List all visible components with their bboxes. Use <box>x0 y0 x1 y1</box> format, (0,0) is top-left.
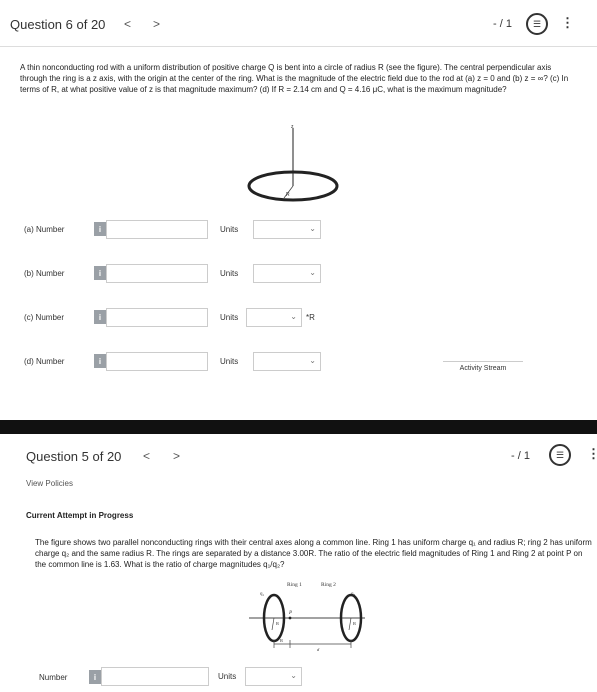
q5-problem-text: The figure shows two parallel nonconduct… <box>35 538 592 570</box>
ring2-radius-label: R <box>353 621 356 626</box>
list-icon: ☰ <box>555 449 565 460</box>
chevron-down-icon: ⌄ <box>309 224 316 233</box>
number-input[interactable] <box>106 264 208 283</box>
chevron-down-icon: ⌄ <box>290 671 297 680</box>
chevron-down-icon: ⌄ <box>309 268 316 277</box>
q5-more-vertical-icon[interactable]: ⋮ <box>587 446 597 462</box>
units-label: Units <box>220 313 239 322</box>
q5-list-button[interactable]: ☰ <box>549 444 571 466</box>
q5-rings-figure: Ring 1 Ring 2 q₁ q₂ R R P R d <box>249 582 365 652</box>
number-input[interactable] <box>106 220 208 239</box>
units-select[interactable]: ⌄ <box>246 308 302 327</box>
answer-label: (b) Number <box>24 269 65 278</box>
units-select[interactable]: ⌄ <box>253 352 321 371</box>
answer-label: (d) Number <box>24 357 65 366</box>
dim-d-label: d <box>317 647 320 652</box>
units-select[interactable]: ⌄ <box>253 220 321 239</box>
q6-list-button[interactable]: ☰ <box>526 13 548 35</box>
ring2-label: Ring 2 <box>321 582 336 588</box>
q6-header-divider <box>0 46 597 47</box>
units-label: Units <box>218 672 237 681</box>
q6-header: Question 6 of 20 < > - / 1 ☰ ⋮ <box>0 0 597 44</box>
point-p-label: P <box>288 611 292 616</box>
info-icon[interactable]: i <box>94 354 106 368</box>
number-input[interactable] <box>106 352 208 371</box>
chevron-down-icon: ⌄ <box>309 356 316 365</box>
info-icon[interactable]: i <box>89 670 101 684</box>
q5-header: Question 5 of 20 < > - / 1 ☰ ⋮ <box>0 436 597 480</box>
view-policies-link[interactable]: View Policies <box>26 479 73 488</box>
activity-stream-link[interactable]: Activity Stream <box>443 361 523 372</box>
q5-prev-button[interactable]: < <box>143 449 150 463</box>
units-label: Units <box>220 357 239 366</box>
number-input[interactable] <box>101 667 209 686</box>
dim-r-label: R <box>280 638 283 643</box>
ring1-radius-label: R <box>276 621 279 626</box>
answer-label: Number <box>39 673 68 682</box>
answer-label: (a) Number <box>24 225 65 234</box>
list-icon: ☰ <box>532 18 542 29</box>
q5-next-button[interactable]: > <box>173 449 180 463</box>
q6-prev-button[interactable]: < <box>124 17 131 31</box>
units-label: Units <box>220 269 239 278</box>
q6-next-button[interactable]: > <box>153 17 160 31</box>
info-icon[interactable]: i <box>94 222 106 236</box>
units-select[interactable]: ⌄ <box>245 667 302 686</box>
attempt-heading: Current Attempt in Progress <box>26 511 134 520</box>
answer-label: (c) Number <box>24 313 65 322</box>
screenshot-divider <box>0 420 597 434</box>
units-suffix: *R <box>306 313 315 322</box>
q1-label: q₁ <box>260 592 265 597</box>
units-select[interactable]: ⌄ <box>253 264 321 283</box>
q6-radius-label: R <box>286 192 290 198</box>
number-input[interactable] <box>106 308 208 327</box>
q6-problem-text: A thin nonconducting rod with a uniform … <box>20 63 569 95</box>
info-icon[interactable]: i <box>94 310 106 324</box>
ring1-label: Ring 1 <box>287 582 302 588</box>
units-label: Units <box>220 225 239 234</box>
q6-more-vertical-icon[interactable]: ⋮ <box>561 15 574 31</box>
q5-score: - / 1 <box>511 450 530 462</box>
q6-score: - / 1 <box>493 18 512 30</box>
q5-title: Question 5 of 20 <box>26 449 122 464</box>
chevron-down-icon: ⌄ <box>290 312 297 321</box>
q6-ring-figure: z R <box>247 124 339 202</box>
q6-title: Question 6 of 20 <box>10 17 106 32</box>
info-icon[interactable]: i <box>94 266 106 280</box>
